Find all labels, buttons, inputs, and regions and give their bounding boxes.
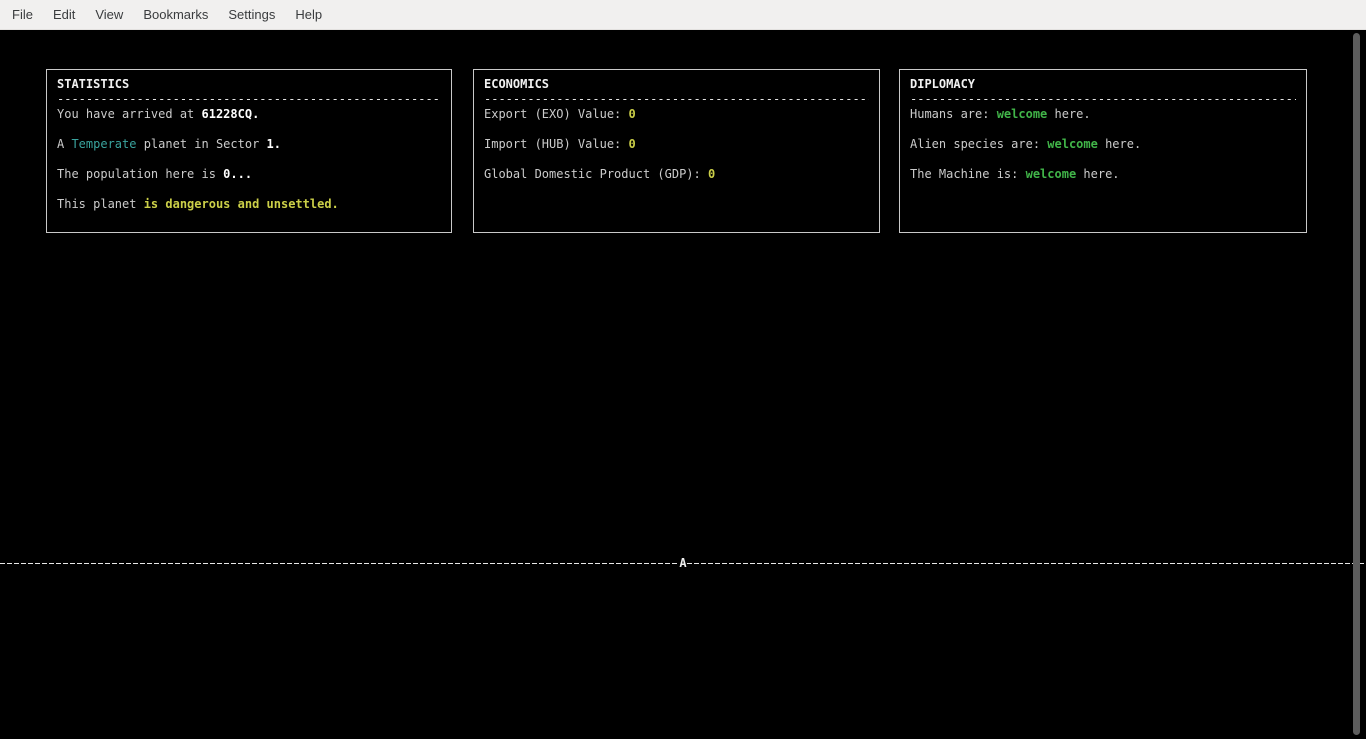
text-segment: Import (HUB) Value: xyxy=(484,137,629,151)
text-segment: You have arrived at xyxy=(57,107,202,121)
planet-name: 61228CQ. xyxy=(202,107,260,121)
menu-item-file[interactable]: File xyxy=(2,2,43,27)
planet-type: Temperate xyxy=(71,137,136,151)
menu-item-edit[interactable]: Edit xyxy=(43,2,85,27)
humans-line: Humans are: welcome here. xyxy=(910,107,1296,122)
text-segment: here. xyxy=(1047,107,1090,121)
danger-status: is dangerous and unsettled. xyxy=(144,197,339,211)
text-segment: A xyxy=(57,137,71,151)
screen-divider: A xyxy=(0,556,1366,571)
menu-item-help[interactable]: Help xyxy=(285,2,332,27)
import-line: Import (HUB) Value: 0 xyxy=(484,137,869,152)
panel-separator: ----------------------------------------… xyxy=(910,92,1296,107)
diplomacy-panel: DIPLOMACY ------------------------------… xyxy=(899,69,1307,233)
terminal-screen: STATISTICS -----------------------------… xyxy=(0,30,1366,739)
scrollbar[interactable] xyxy=(1353,30,1366,739)
sector-number: 1. xyxy=(267,137,281,151)
divider-label: A xyxy=(679,556,686,571)
panel-title: STATISTICS xyxy=(57,77,441,92)
menu-item-view[interactable]: View xyxy=(85,2,133,27)
panel-title: ECONOMICS xyxy=(484,77,869,92)
text-segment: The population here is xyxy=(57,167,223,181)
text-segment: planet in Sector xyxy=(136,137,266,151)
menu-item-bookmarks[interactable]: Bookmarks xyxy=(133,2,218,27)
gdp-line: Global Domestic Product (GDP): 0 xyxy=(484,167,869,182)
aliens-line: Alien species are: welcome here. xyxy=(910,137,1296,152)
humans-status: welcome xyxy=(997,107,1048,121)
aliens-status: welcome xyxy=(1047,137,1098,151)
population-line: The population here is 0... xyxy=(57,167,441,182)
text-segment: here. xyxy=(1098,137,1141,151)
export-value: 0 xyxy=(629,107,636,121)
text-segment: This planet xyxy=(57,197,144,211)
import-value: 0 xyxy=(629,137,636,151)
text-segment: Global Domestic Product (GDP): xyxy=(484,167,708,181)
machine-status: welcome xyxy=(1026,167,1077,181)
panel-separator: ----------------------------------------… xyxy=(484,92,869,107)
planet-type-line: A Temperate planet in Sector 1. xyxy=(57,137,441,152)
export-line: Export (EXO) Value: 0 xyxy=(484,107,869,122)
arrived-line: You have arrived at 61228CQ. xyxy=(57,107,441,122)
population-value: 0... xyxy=(223,167,252,181)
text-segment: The Machine is: xyxy=(910,167,1026,181)
gdp-value: 0 xyxy=(708,167,715,181)
panel-title: DIPLOMACY xyxy=(910,77,1296,92)
menu-item-settings[interactable]: Settings xyxy=(218,2,285,27)
menu-bar: File Edit View Bookmarks Settings Help xyxy=(0,0,1366,30)
text-segment: Humans are: xyxy=(910,107,997,121)
panel-separator: ----------------------------------------… xyxy=(57,92,441,107)
economics-panel: ECONOMICS ------------------------------… xyxy=(473,69,880,233)
danger-line: This planet is dangerous and unsettled. xyxy=(57,197,441,212)
scrollbar-thumb[interactable] xyxy=(1353,33,1360,735)
text-segment: Alien species are: xyxy=(910,137,1047,151)
statistics-panel: STATISTICS -----------------------------… xyxy=(46,69,452,233)
text-segment: here. xyxy=(1076,167,1119,181)
text-segment: Export (EXO) Value: xyxy=(484,107,629,121)
machine-line: The Machine is: welcome here. xyxy=(910,167,1296,182)
